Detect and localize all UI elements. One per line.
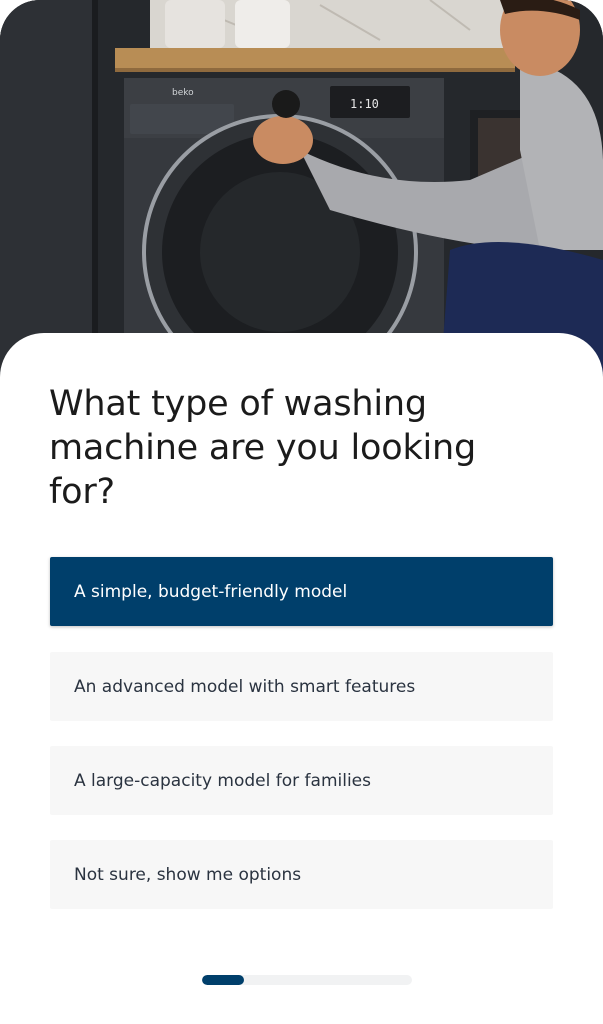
option-budget-friendly[interactable]: A simple, budget-friendly model [50,557,553,626]
option-large-capacity[interactable]: A large-capacity model for families [50,746,553,815]
progress-fill [202,975,244,985]
hero-image: beko 1:10 [0,0,603,380]
washing-machine-photo: beko 1:10 [0,0,603,380]
option-advanced-smart[interactable]: An advanced model with smart features [50,652,553,721]
option-not-sure[interactable]: Not sure, show me options [50,840,553,909]
question-title: What type of washing machine are you loo… [49,384,477,512]
brand-logo: beko [172,88,194,98]
machine-display-readout: 1:10 [350,97,379,111]
progress-bar [202,975,412,985]
